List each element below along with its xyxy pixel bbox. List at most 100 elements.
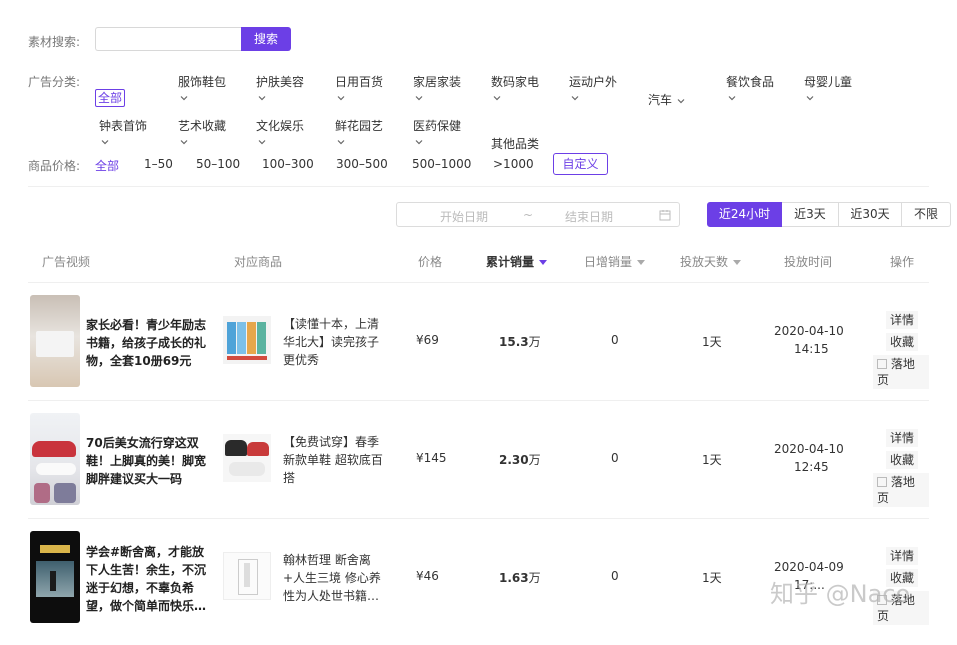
category-home[interactable]: 家居家装 [413, 73, 461, 104]
total-sales-number: 2.30 [499, 453, 529, 467]
category-apparel[interactable]: 服饰鞋包 [178, 73, 226, 104]
sort-icon [637, 259, 646, 265]
chevron-down-icon [337, 96, 345, 101]
product-image[interactable] [223, 552, 271, 600]
category-electronics[interactable]: 数码家电 [491, 73, 539, 104]
sort-icon [733, 259, 742, 265]
col-days[interactable]: 投放天数 [680, 253, 742, 270]
landing-page-button[interactable]: 落地页 [873, 473, 929, 507]
chevron-down-icon [677, 98, 685, 103]
filter-3d[interactable]: 近3天 [782, 202, 839, 227]
category-flowers[interactable]: 鲜花园艺 [335, 117, 383, 148]
price-1-50[interactable]: 1–50 [144, 157, 173, 171]
price-value: ¥69 [416, 333, 439, 347]
search-button[interactable]: 搜索 [241, 27, 291, 51]
chevron-down-icon [258, 140, 266, 145]
total-sales: 2.30万 [499, 451, 541, 468]
chevron-down-icon [571, 96, 579, 101]
total-sales-unit: 万 [528, 571, 541, 585]
category-jewelry[interactable]: 钟表首饰 [99, 117, 147, 148]
category-all[interactable]: 全部 [95, 89, 126, 107]
price-300-500[interactable]: 300–500 [336, 157, 388, 171]
date-range-picker[interactable]: 开始日期 ~ 结束日期 [396, 202, 680, 227]
end-date-placeholder: 结束日期 [565, 210, 614, 224]
col-daily-sales-label: 日增销量 [584, 255, 633, 269]
category-item-label: 服饰鞋包 [178, 75, 227, 89]
start-date-placeholder: 开始日期 [440, 210, 489, 224]
total-sales: 1.63万 [499, 569, 541, 586]
category-health[interactable]: 医药保健 [413, 117, 461, 148]
col-daily-sales[interactable]: 日增销量 [584, 253, 646, 270]
link-icon [877, 477, 887, 487]
category-food[interactable]: 餐饮食品 [726, 73, 774, 104]
chevron-down-icon [415, 96, 423, 101]
category-auto[interactable]: 汽车 [648, 91, 687, 108]
price-over-1000[interactable]: >1000 [493, 157, 534, 171]
price-value: ¥145 [416, 451, 447, 465]
category-baby[interactable]: 母婴儿童 [804, 73, 852, 104]
launch-time: 12:45 [794, 460, 829, 474]
product-image[interactable] [223, 316, 271, 364]
filter-24h[interactable]: 近24小时 [707, 202, 782, 227]
category-item-label: 医药保健 [413, 119, 462, 133]
category-item-label: 其他品类 [491, 137, 540, 151]
landing-page-button[interactable]: 落地页 [873, 355, 929, 389]
ad-video-thumbnail[interactable] [30, 413, 80, 505]
detail-button[interactable]: 详情 [886, 311, 919, 329]
favorite-button[interactable]: 收藏 [886, 451, 919, 469]
price-label: 商品价格: [28, 159, 81, 173]
launch-date: 2020-04-09 [774, 560, 844, 574]
days-running: 1天 [702, 571, 722, 585]
price-50-100[interactable]: 50–100 [196, 157, 240, 171]
table-row: 家长必看！青少年励志书籍，给孩子成长的礼物，全套10册69元 【读懂十本，上清华… [28, 291, 929, 409]
col-total-sales[interactable]: 累计销量 [486, 253, 548, 270]
category-label: 广告分类: [28, 75, 81, 89]
detail-button[interactable]: 详情 [886, 547, 919, 565]
price-all[interactable]: 全部 [95, 157, 119, 174]
price-100-300[interactable]: 100–300 [262, 157, 314, 171]
filter-30d[interactable]: 近30天 [839, 202, 902, 227]
category-item-label: 餐饮食品 [726, 75, 775, 89]
category-item-label: 文化娱乐 [256, 119, 305, 133]
category-other[interactable]: 其他品类 [491, 135, 539, 152]
ad-title[interactable]: 70后美女流行穿这双鞋！上脚真的美！脚宽脚胖建议买大一码 [86, 434, 210, 488]
total-sales-unit: 万 [528, 335, 541, 349]
category-daily-goods[interactable]: 日用百货 [335, 73, 383, 104]
filter-unlimited[interactable]: 不限 [902, 202, 951, 227]
launch-time: 14:15 [794, 342, 829, 356]
sort-desc-icon [539, 259, 548, 265]
custom-price-button[interactable]: 自定义 [553, 153, 608, 175]
search-input[interactable] [95, 27, 241, 51]
category-outdoor[interactable]: 运动户外 [569, 73, 617, 104]
ad-title[interactable]: 学会#断舍离，才能放下人生苦！余生，不沉迷于幻想，不辜负希望，做个简单而快乐… [86, 543, 210, 615]
detail-button[interactable]: 详情 [886, 429, 919, 447]
ad-title[interactable]: 家长必看！青少年励志书籍，给孩子成长的礼物，全套10册69元 [86, 316, 210, 370]
category-item-label: 运动户外 [569, 75, 618, 89]
calendar-icon [659, 210, 671, 221]
product-name[interactable]: 【免费试穿】春季新款单鞋 超软底百搭 [283, 433, 383, 487]
chevron-down-icon [337, 140, 345, 145]
divider [28, 186, 929, 187]
category-item-label: 钟表首饰 [99, 119, 148, 133]
col-price: 价格 [418, 255, 443, 269]
product-image[interactable] [223, 434, 271, 482]
daily-sales: 0 [611, 569, 619, 583]
category-item-label: 母婴儿童 [804, 75, 853, 89]
ad-video-thumbnail[interactable] [30, 295, 80, 387]
ad-video-thumbnail[interactable] [30, 531, 80, 623]
price-500-1000[interactable]: 500–1000 [412, 157, 471, 171]
daily-sales: 0 [611, 451, 619, 465]
favorite-button[interactable]: 收藏 [886, 333, 919, 351]
category-item-label: 家居家装 [413, 75, 462, 89]
col-actions: 操作 [890, 255, 915, 269]
category-entertainment[interactable]: 文化娱乐 [256, 117, 304, 148]
category-art[interactable]: 艺术收藏 [178, 117, 226, 148]
daily-sales: 0 [611, 333, 619, 347]
category-item-label: 数码家电 [491, 75, 540, 89]
category-skincare[interactable]: 护肤美容 [256, 73, 304, 104]
product-name[interactable]: 【读懂十本，上清华北大】读完孩子更优秀 [283, 315, 383, 369]
total-sales-number: 1.63 [499, 571, 529, 585]
date-separator: ~ [523, 208, 534, 222]
product-name[interactable]: 翰林哲理 断舍离+人生三境 修心养性为人处世书籍… [283, 551, 383, 605]
col-launch-time: 投放时间 [784, 255, 833, 269]
